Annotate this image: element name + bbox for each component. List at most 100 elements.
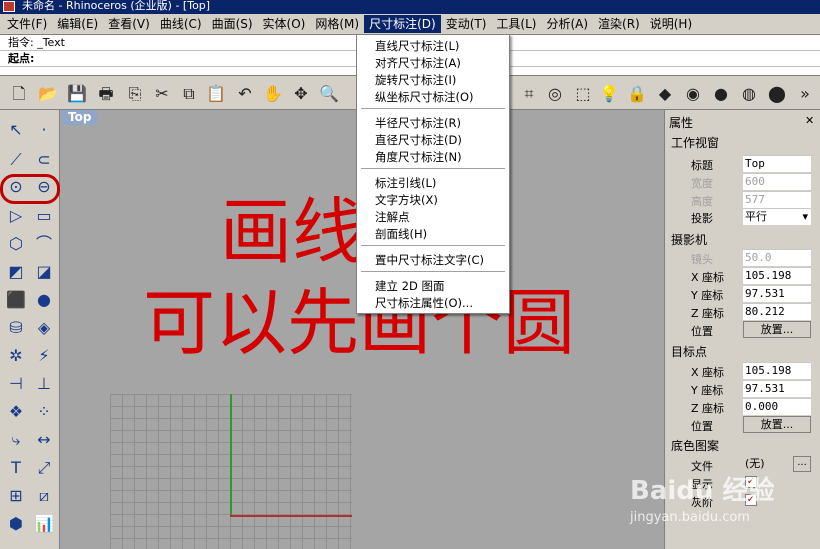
menu-leader[interactable]: 标注引线(L) bbox=[375, 176, 436, 190]
undo-icon[interactable]: ↶ bbox=[234, 83, 256, 105]
trim-icon[interactable]: ⊥ bbox=[32, 372, 56, 396]
zoom-icon[interactable]: 🔍 bbox=[318, 83, 340, 105]
menu-dimension[interactable]: 尺寸标注(D) bbox=[364, 15, 441, 33]
polyline-icon[interactable]: ⟋ bbox=[4, 148, 28, 172]
light-icon[interactable]: 💡 bbox=[598, 83, 620, 105]
scale-icon[interactable]: ⤢ bbox=[32, 456, 56, 480]
window-titlebar: 未命名 - Rhinoceros (企业版) - [Top] bbox=[0, 0, 820, 14]
mesh-icon[interactable]: ◈ bbox=[32, 316, 56, 340]
menu-solid[interactable]: 实体(O) bbox=[258, 15, 311, 33]
camera-x-field[interactable]: 105.198 bbox=[743, 267, 811, 284]
target-x-field[interactable]: 105.198 bbox=[743, 362, 811, 379]
menu-help[interactable]: 说明(H) bbox=[645, 15, 697, 33]
menu-angle-dimension[interactable]: 角度尺寸标注(N) bbox=[375, 150, 462, 164]
polygon-icon[interactable]: ⬡ bbox=[4, 232, 28, 256]
array-icon[interactable]: ⁘ bbox=[32, 400, 56, 424]
menu-text-block[interactable]: 文字方块(X) bbox=[375, 193, 438, 207]
arc-icon[interactable]: ▷ bbox=[4, 204, 28, 228]
render-sphere-icon[interactable]: ⬤ bbox=[766, 83, 788, 105]
menu-separator bbox=[361, 271, 505, 272]
curve-icon[interactable]: ⊂ bbox=[32, 148, 56, 172]
menu-transform[interactable]: 变动(T) bbox=[441, 15, 492, 33]
title-label: 标题 bbox=[691, 159, 713, 172]
menu-mesh[interactable]: 网格(M) bbox=[310, 15, 364, 33]
menu-center-dimension-text[interactable]: 置中尺寸标注文字(C) bbox=[375, 253, 484, 267]
save-icon[interactable]: 💾 bbox=[66, 83, 88, 105]
width-field: 600 bbox=[743, 173, 811, 190]
menu-diameter-dimension[interactable]: 直径尺寸标注(D) bbox=[375, 133, 462, 147]
camera-z-label: Z 座标 bbox=[691, 307, 725, 320]
menu-render[interactable]: 渲染(R) bbox=[593, 15, 645, 33]
new-file-icon[interactable]: 🗋 bbox=[8, 83, 30, 105]
title-field[interactable]: Top bbox=[743, 155, 811, 172]
rotate-view-icon[interactable]: ✥ bbox=[290, 83, 312, 105]
cut-icon[interactable]: ✂ bbox=[151, 83, 173, 105]
transform-icon[interactable]: ✲ bbox=[4, 344, 28, 368]
lock-icon[interactable]: 🔒 bbox=[626, 83, 648, 105]
select-arrow-icon[interactable]: ↖ bbox=[4, 118, 28, 142]
target-place-button[interactable]: 放置... bbox=[743, 416, 811, 433]
analyze-icon[interactable]: 📊 bbox=[32, 512, 56, 536]
viewport-label[interactable]: Top bbox=[62, 110, 98, 125]
menu-linear-dimension[interactable]: 直线尺寸标注(L) bbox=[375, 39, 459, 53]
offset-curve-icon[interactable]: ⤷ bbox=[4, 428, 28, 452]
menu-edit[interactable]: 编辑(E) bbox=[52, 15, 103, 33]
menu-annotation-dot[interactable]: 注解点 bbox=[375, 210, 410, 224]
menu-ordinate-dimension[interactable]: 纵坐标尺寸标注(O) bbox=[375, 90, 474, 104]
menu-curve[interactable]: 曲线(C) bbox=[155, 15, 207, 33]
target-y-field[interactable]: 97.531 bbox=[743, 380, 811, 397]
camera-y-field[interactable]: 97.531 bbox=[743, 285, 811, 302]
color-wheel-icon[interactable]: ◉ bbox=[682, 83, 704, 105]
osnap-icon[interactable]: ◎ bbox=[544, 83, 566, 105]
pan-hand-icon[interactable]: ✋ bbox=[262, 83, 284, 105]
rhino-app-icon bbox=[3, 1, 15, 12]
menu-rotated-dimension[interactable]: 旋转尺寸标注(I) bbox=[375, 73, 456, 87]
point-icon[interactable]: · bbox=[32, 118, 56, 142]
close-icon[interactable]: ✕ bbox=[805, 114, 814, 127]
loft-icon[interactable]: ◪ bbox=[32, 260, 56, 284]
file-browse-button[interactable]: ... bbox=[793, 456, 811, 472]
camera-z-field[interactable]: 80.212 bbox=[743, 303, 811, 320]
fillet-icon[interactable]: ⌒ bbox=[32, 232, 56, 256]
projection-select[interactable]: 平行 ▾ bbox=[743, 208, 811, 225]
text-icon[interactable]: T bbox=[4, 456, 28, 480]
group-icon[interactable]: ❖ bbox=[4, 400, 28, 424]
shaded-sphere-icon[interactable]: ● bbox=[710, 83, 732, 105]
menu-hatch[interactable]: 剖面线(H) bbox=[375, 227, 427, 241]
material-icon[interactable]: ◆ bbox=[654, 83, 676, 105]
paste-icon[interactable]: 📋 bbox=[205, 83, 227, 105]
menu-dimension-properties[interactable]: 尺寸标注属性(O)... bbox=[375, 296, 473, 310]
dimension-icon[interactable]: ↔ bbox=[32, 428, 56, 452]
baidu-watermark-url: jingyan.baidu.com bbox=[630, 510, 750, 525]
menu-aligned-dimension[interactable]: 对齐尺寸标注(A) bbox=[375, 56, 461, 70]
cylinder-icon[interactable]: ⛁ bbox=[4, 316, 28, 340]
menu-tools[interactable]: 工具(L) bbox=[491, 15, 541, 33]
extrude-icon[interactable]: ⬢ bbox=[4, 512, 28, 536]
boolean-icon[interactable]: ⚡ bbox=[32, 344, 56, 368]
menu-view[interactable]: 查看(V) bbox=[103, 15, 155, 33]
block-icon[interactable]: ⊞ bbox=[4, 484, 28, 508]
rectangle-icon[interactable]: ▭ bbox=[32, 204, 56, 228]
target-z-field[interactable]: 0.000 bbox=[743, 398, 811, 415]
box-icon[interactable]: ⬛ bbox=[4, 288, 28, 312]
copy-icon[interactable]: ⧉ bbox=[178, 83, 200, 105]
grid-snap-icon[interactable]: ⌗ bbox=[518, 83, 540, 105]
layer-icon[interactable]: ⬚ bbox=[572, 83, 594, 105]
open-file-icon[interactable]: 📂 bbox=[37, 83, 59, 105]
menu-analyze[interactable]: 分析(A) bbox=[541, 15, 593, 33]
circle-tool-highlight bbox=[0, 174, 60, 204]
menu-make-2d[interactable]: 建立 2D 图面 bbox=[375, 279, 444, 293]
import-icon[interactable]: ⎘ bbox=[124, 83, 146, 105]
split-icon[interactable]: ⊣ bbox=[4, 372, 28, 396]
wireframe-sphere-icon[interactable]: ◍ bbox=[738, 83, 760, 105]
surface-icon[interactable]: ◩ bbox=[4, 260, 28, 284]
menu-surface[interactable]: 曲面(S) bbox=[207, 15, 258, 33]
mirror-icon[interactable]: ⧄ bbox=[32, 484, 56, 508]
menu-radius-dimension[interactable]: 半径尺寸标注(R) bbox=[375, 116, 461, 130]
menu-file[interactable]: 文件(F) bbox=[2, 15, 52, 33]
toolbar-overflow-icon[interactable]: » bbox=[794, 83, 816, 105]
sphere-icon[interactable]: ● bbox=[32, 288, 56, 312]
print-icon[interactable]: 🖶 bbox=[95, 83, 117, 105]
camera-place-button[interactable]: 放置... bbox=[743, 321, 811, 338]
viewport-section-heading: 工作视窗 bbox=[671, 136, 720, 150]
